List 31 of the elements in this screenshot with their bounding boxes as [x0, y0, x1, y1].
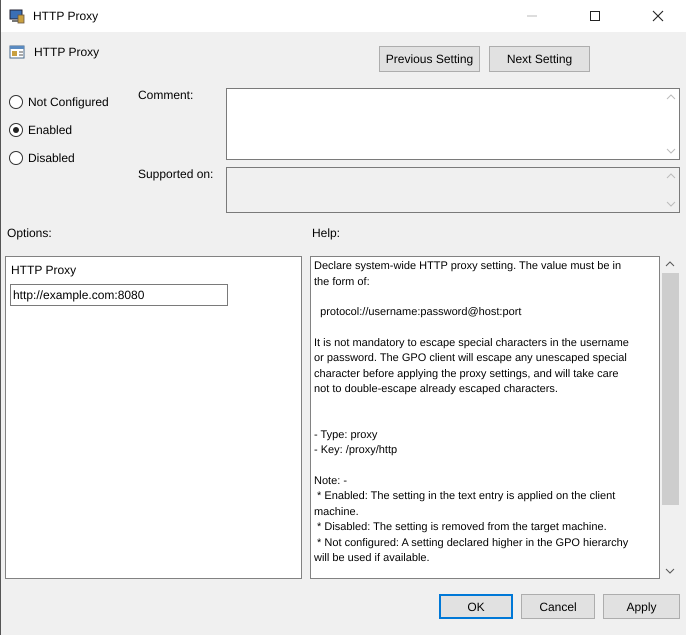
options-heading: Options:: [7, 226, 53, 240]
radio-button[interactable]: [9, 150, 23, 164]
maximize-icon[interactable]: [589, 10, 601, 22]
help-paragraph: Declare system-wide HTTP proxy setting. The value must be in the form of:: [314, 259, 622, 290]
supported-on-label: Supported on:: [137, 167, 214, 183]
policy-computer-icon: [9, 8, 25, 24]
help-paragraph: - Type: proxy - Key: /proxy/http: [314, 428, 398, 458]
navigation-button[interactable]: Previous Setting: [379, 46, 480, 72]
scroll-down-icon[interactable]: [665, 568, 675, 574]
radio-option[interactable]: Enabled: [9, 120, 136, 139]
radio-option[interactable]: Not Configured: [9, 92, 136, 111]
navigation-button[interactable]: Next Setting: [489, 46, 590, 72]
comment-label: Comment:: [137, 88, 194, 104]
policy-setting-icon: [9, 44, 25, 60]
proxy-input[interactable]: http://example.com:8080: [10, 284, 228, 306]
help-paragraph: It is not mandatory to escape special characters in the username or password. The GPO client will escape any unescaped special character before applying the proxy settings, and will take care not to double-escape already escaped characters.: [314, 336, 630, 397]
window-title: HTTP Proxy: [33, 9, 98, 23]
scroll-up-icon[interactable]: [665, 261, 675, 267]
dialog-button[interactable]: Cancel: [521, 594, 595, 619]
radio-button[interactable]: [9, 122, 23, 136]
help-heading: Help:: [312, 226, 340, 240]
scroll-thumb[interactable]: [662, 273, 678, 505]
radio-option[interactable]: Disabled: [9, 148, 136, 167]
close-icon[interactable]: [652, 10, 664, 22]
radio-button[interactable]: [9, 94, 23, 108]
help-paragraph: protocol://username:password@host:port: [319, 305, 522, 320]
setting-name: HTTP Proxy: [34, 45, 100, 59]
dialog-button[interactable]: Apply: [603, 594, 680, 619]
help-paragraph: Note: - * Enabled: The setting in the text entry is applied on the client machine. * Disabled: The setting is removed from the target machine. * Not configured: A setting declared higher in the GPO hierarchy will be used if available.: [314, 474, 630, 566]
proxy-label: HTTP Proxy: [10, 263, 78, 277]
dialog-button[interactable]: OK: [439, 594, 513, 619]
